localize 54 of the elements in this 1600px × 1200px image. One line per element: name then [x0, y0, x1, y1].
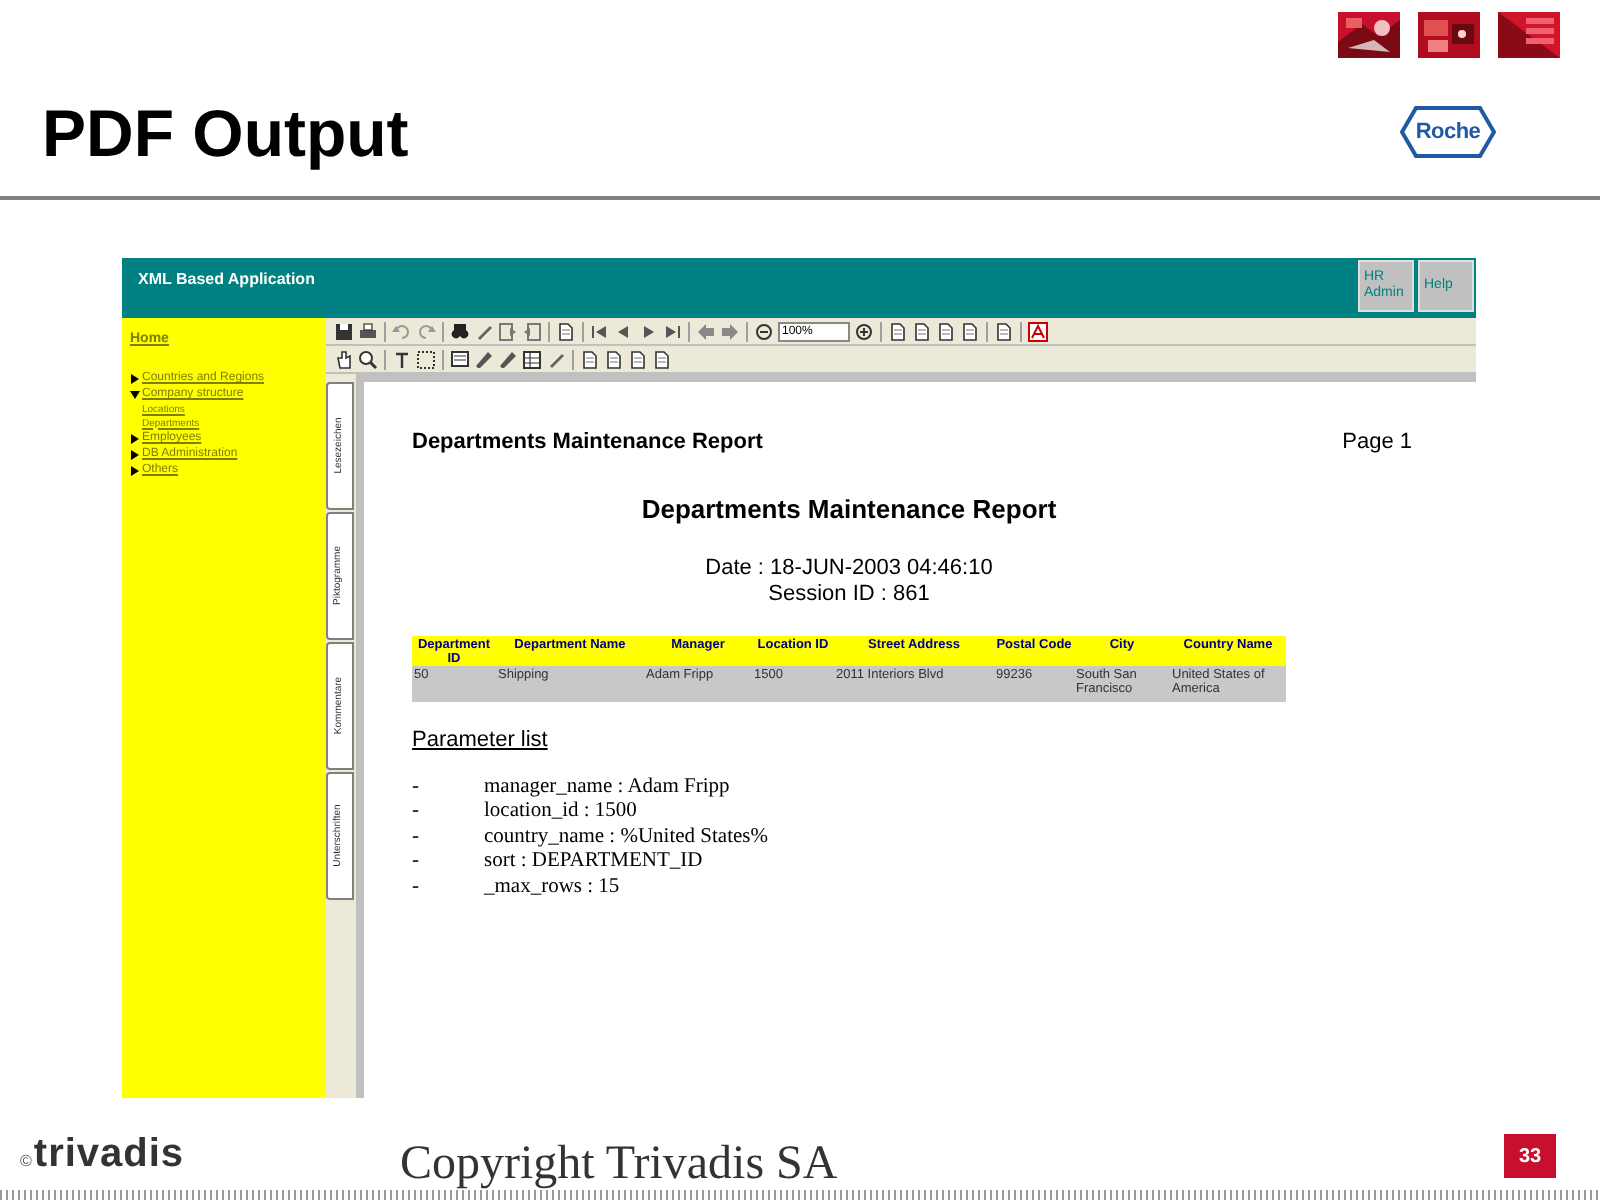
acrobat-icon[interactable]: [1028, 321, 1048, 341]
page-label: Page 1: [1342, 428, 1412, 458]
copyright-text: Copyright Trivadis SA: [400, 1140, 838, 1188]
parameter-item: _max_rows : 15: [484, 875, 620, 900]
app-title: XML Based Application: [138, 268, 315, 292]
last-page-icon[interactable]: [662, 321, 682, 341]
page-icon[interactable]: [628, 349, 648, 369]
report-title: Departments Maintenance Report: [641, 491, 1057, 528]
page-icon[interactable]: [652, 349, 672, 369]
report-header: Departments Maintenance Report: [412, 428, 763, 458]
back-icon[interactable]: [696, 321, 716, 341]
zoom-out-icon[interactable]: [754, 321, 774, 341]
binoculars-icon[interactable]: [450, 321, 470, 341]
parameter-item: country_name : %United States%: [484, 825, 769, 850]
list-bullet: -: [412, 850, 421, 875]
page-icon[interactable]: [960, 321, 980, 341]
text-select-icon[interactable]: [392, 349, 412, 369]
parameter-list-title: Parameter list: [412, 726, 550, 756]
parameter-item: manager_name : Adam Fripp: [484, 775, 730, 800]
table-icon[interactable]: [522, 349, 542, 369]
page-icon[interactable]: [604, 349, 624, 369]
hand-icon[interactable]: [334, 349, 354, 369]
page-icon[interactable]: [580, 349, 600, 369]
collapsed-arrow-icon[interactable]: [130, 374, 140, 384]
note-icon[interactable]: [450, 349, 470, 369]
collapsed-arrow-icon[interactable]: [130, 450, 140, 460]
zoom-icon[interactable]: [358, 349, 378, 369]
collapsed-arrow-icon[interactable]: [130, 466, 140, 476]
parameter-item: sort : DEPARTMENT_ID: [484, 850, 703, 875]
list-bullet: -: [412, 800, 421, 825]
zoom-in-icon[interactable]: [854, 321, 874, 341]
session-id: Session ID : 861: [768, 582, 930, 608]
save-icon[interactable]: [334, 321, 354, 341]
parameter-item: location_id : 1500: [484, 800, 637, 825]
page-icon[interactable]: [556, 321, 576, 341]
page-icon[interactable]: [888, 321, 908, 341]
trivadis-logo: trivadis: [33, 1134, 185, 1174]
page-icon[interactable]: [994, 321, 1014, 341]
page-icon[interactable]: [912, 321, 932, 341]
report-date: Date : 18-JUN-2003 04:46:10: [705, 556, 993, 582]
copyright-mark: ©: [20, 1150, 32, 1174]
brand-logo: Roche: [1400, 106, 1496, 158]
first-page-icon[interactable]: [590, 321, 610, 341]
page-number: 33: [1504, 1134, 1556, 1178]
select-icon[interactable]: [416, 349, 436, 369]
slide-title: PDF Output: [42, 99, 409, 165]
page-icon[interactable]: [936, 321, 956, 341]
collapsed-arrow-icon[interactable]: [130, 434, 140, 444]
list-bullet: -: [412, 825, 421, 850]
list-bullet: -: [412, 875, 421, 900]
print-icon[interactable]: [358, 321, 378, 341]
expanded-arrow-icon[interactable]: [130, 390, 140, 400]
forward-icon[interactable]: [720, 321, 740, 341]
list-bullet: -: [412, 775, 421, 800]
